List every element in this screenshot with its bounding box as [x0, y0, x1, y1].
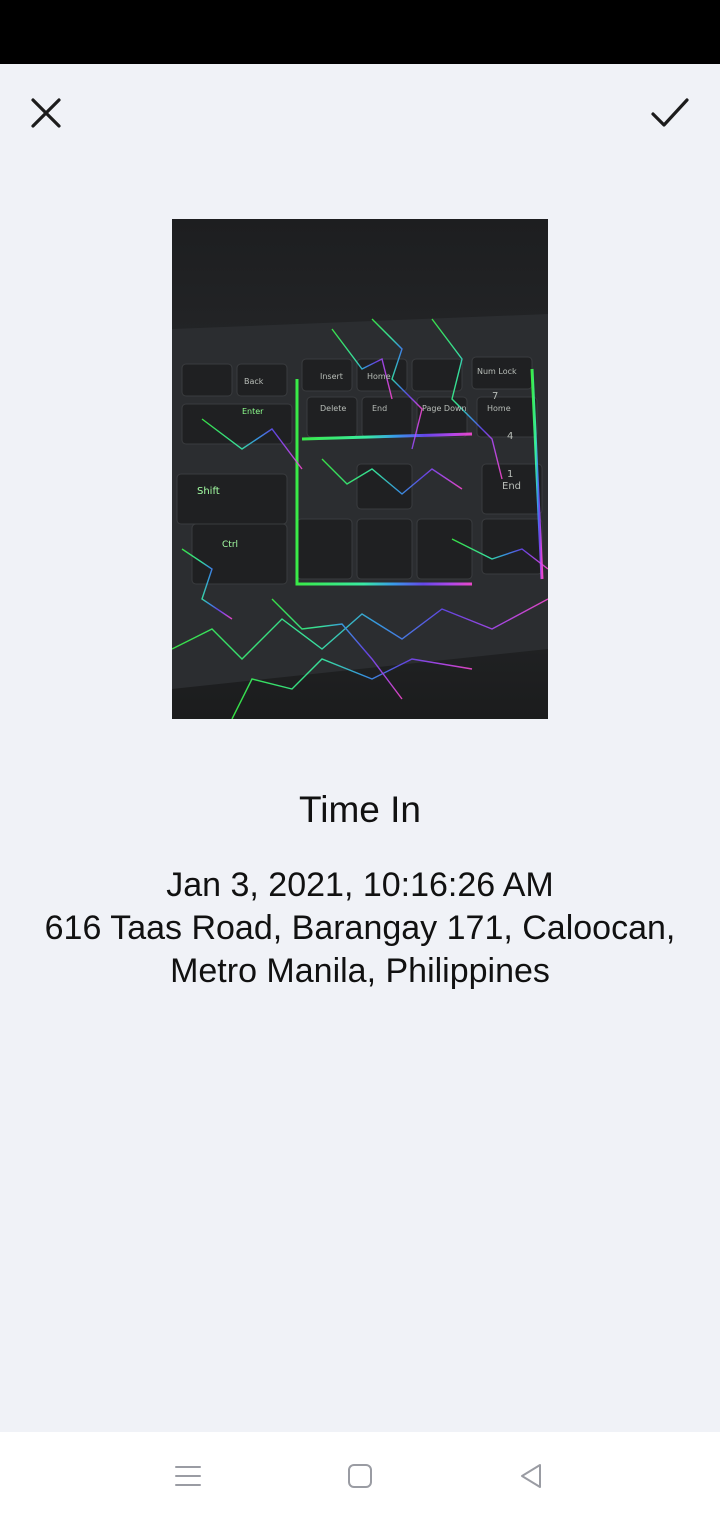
svg-text:Insert: Insert: [320, 372, 343, 381]
record-datetime: Jan 3, 2021, 10:16:26 AM: [166, 866, 554, 904]
captured-photo: Back Insert Home Num Lock Enter Delete E…: [172, 219, 548, 719]
record-details: Jan 3, 2021, 10:16:26 AM 616 Taas Road, …: [20, 864, 700, 993]
close-button[interactable]: [21, 88, 71, 138]
svg-text:Enter: Enter: [242, 407, 264, 416]
checkmark-icon: [651, 98, 689, 127]
system-nav-bar: [0, 1432, 720, 1520]
svg-text:Back: Back: [244, 377, 264, 386]
record-address-line1: 616 Taas Road, Barangay 171, Caloocan,: [44, 909, 676, 947]
svg-text:Ctrl: Ctrl: [222, 540, 238, 550]
svg-text:7: 7: [492, 391, 498, 402]
svg-text:Delete: Delete: [320, 404, 346, 413]
svg-text:Home: Home: [487, 404, 511, 413]
menu-icon: [175, 1466, 201, 1486]
svg-text:Page Down: Page Down: [422, 404, 467, 413]
svg-text:End: End: [502, 481, 521, 492]
status-bar: [0, 0, 720, 64]
nav-recents-button[interactable]: [166, 1454, 210, 1498]
svg-text:Home: Home: [367, 372, 391, 381]
svg-text:Shift: Shift: [197, 486, 220, 497]
back-triangle-icon: [521, 1464, 541, 1488]
svg-text:Num Lock: Num Lock: [477, 367, 517, 376]
svg-text:End: End: [372, 404, 387, 413]
svg-text:4: 4: [507, 431, 513, 442]
confirm-button[interactable]: [645, 88, 695, 138]
home-square-icon: [348, 1464, 372, 1488]
nav-back-button[interactable]: [509, 1454, 553, 1498]
close-icon: [31, 98, 61, 128]
record-title: Time In: [299, 789, 421, 830]
svg-text:1: 1: [507, 469, 513, 480]
record-address-line2: Metro Manila, Philippines: [170, 952, 550, 990]
nav-home-button[interactable]: [338, 1454, 382, 1498]
